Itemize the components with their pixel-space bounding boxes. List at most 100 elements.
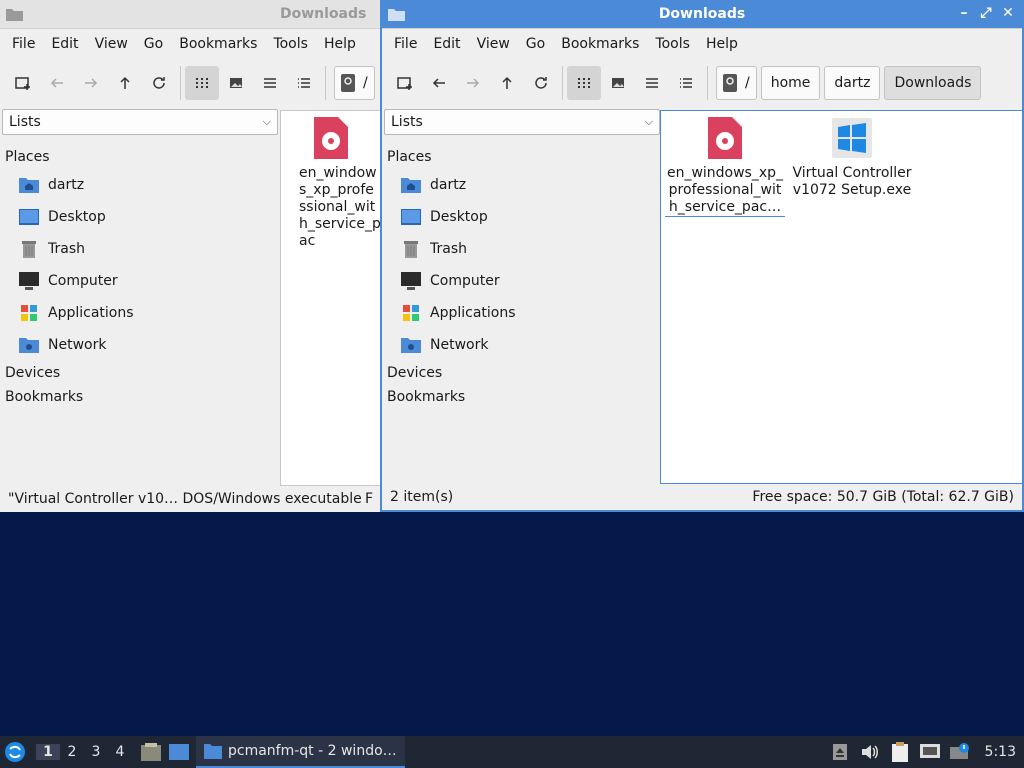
toolbar: / home dartz Downloads <box>382 59 1022 107</box>
places-list: Places dartz Desktop Trash Computer Appl… <box>2 145 278 409</box>
places-header[interactable]: Places <box>2 145 278 169</box>
applications-icon <box>18 303 40 323</box>
up-arrow-icon[interactable] <box>108 66 142 100</box>
sidebar-item-computer[interactable]: Computer <box>384 265 660 297</box>
desktop-icon <box>18 207 40 227</box>
desktop-1-button[interactable]: 1 <box>36 744 60 760</box>
forward-arrow-icon[interactable] <box>456 66 490 100</box>
compact-view-icon[interactable] <box>253 66 287 100</box>
sidebar-item-trash[interactable]: Trash <box>2 233 278 265</box>
file-manager-launcher-icon[interactable] <box>140 741 162 763</box>
sidebar-item-applications[interactable]: Applications <box>384 297 660 329</box>
path-segment-root[interactable]: / <box>334 66 375 100</box>
toolbar-separator <box>325 66 326 100</box>
drive-icon <box>341 74 355 92</box>
file-view[interactable]: en_windows_xp_professional_with_service_… <box>280 110 381 486</box>
detailed-view-icon[interactable] <box>669 66 703 100</box>
menu-help[interactable]: Help <box>698 36 746 52</box>
menu-view[interactable]: View <box>469 36 518 52</box>
menu-edit[interactable]: Edit <box>425 36 468 52</box>
taskbar: 1 2 3 4 pcmanfm-qt - 2 windo… 5:13 <box>0 736 1024 768</box>
sidebar-item-network[interactable]: Network <box>384 329 660 361</box>
desktop-4-button[interactable]: 4 <box>108 744 132 760</box>
menu-bookmarks[interactable]: Bookmarks <box>553 36 647 52</box>
up-arrow-icon[interactable] <box>490 66 524 100</box>
sidebar-item-desktop[interactable]: Desktop <box>2 201 278 233</box>
menu-tools[interactable]: Tools <box>647 36 698 52</box>
new-tab-icon[interactable] <box>6 66 40 100</box>
network-wired-icon[interactable] <box>919 741 941 763</box>
menu-edit[interactable]: Edit <box>43 36 86 52</box>
sidebar-item-computer[interactable]: Computer <box>2 265 278 297</box>
side-pane-mode-select[interactable]: Lists ⌵ <box>384 109 660 135</box>
path-segment-downloads[interactable]: Downloads <box>884 66 982 100</box>
sidebar-item-dartz[interactable]: dartz <box>384 169 660 201</box>
clipboard-icon[interactable] <box>889 741 911 763</box>
taskbar-task-pcmanfm[interactable]: pcmanfm-qt - 2 windo… <box>196 736 405 768</box>
clock[interactable]: 5:13 <box>985 744 1016 760</box>
file-manager-window-back[interactable]: Downloads File Edit View Go Bookmarks To… <box>0 0 382 512</box>
file-name: Virtual Controller v1072 Setup.exe <box>792 165 912 198</box>
sidebar-item-desktop[interactable]: Desktop <box>384 201 660 233</box>
reload-icon[interactable] <box>524 66 558 100</box>
bookmarks-header[interactable]: Bookmarks <box>384 385 660 409</box>
chevron-down-icon: ⌵ <box>644 115 653 128</box>
applications-icon <box>400 303 422 323</box>
reload-icon[interactable] <box>142 66 176 100</box>
menu-go[interactable]: Go <box>518 36 553 52</box>
devices-header[interactable]: Devices <box>384 361 660 385</box>
menu-help[interactable]: Help <box>316 36 364 52</box>
forward-arrow-icon[interactable] <box>74 66 108 100</box>
new-tab-icon[interactable] <box>388 66 422 100</box>
menu-file[interactable]: File <box>386 36 425 52</box>
titlebar[interactable]: Downloads <box>0 0 381 29</box>
compact-view-icon[interactable] <box>635 66 669 100</box>
restore-icon[interactable]: ⤢ <box>978 5 994 21</box>
file-view[interactable]: en_windows_xp_professional_with_service_… <box>660 110 1022 484</box>
volume-icon[interactable] <box>859 741 881 763</box>
sidebar-item-dartz[interactable]: dartz <box>2 169 278 201</box>
sidebar-item-label: Computer <box>48 273 118 289</box>
path-segment-root[interactable]: / <box>716 66 757 100</box>
sidebar-item-label: Computer <box>430 273 500 289</box>
show-desktop-icon[interactable] <box>168 741 190 763</box>
devices-header[interactable]: Devices <box>2 361 278 385</box>
menu-file[interactable]: File <box>4 36 43 52</box>
thumbnail-view-icon[interactable] <box>219 66 253 100</box>
sidebar-item-label: Applications <box>430 305 516 321</box>
path-segment-home[interactable]: home <box>760 66 821 100</box>
eject-icon[interactable] <box>829 741 851 763</box>
sidebar-item-label: dartz <box>430 177 467 193</box>
desktop-2-button[interactable]: 2 <box>60 744 84 760</box>
start-menu-icon[interactable] <box>4 741 26 763</box>
path-segment-dartz[interactable]: dartz <box>824 66 881 100</box>
notification-icon[interactable] <box>949 741 971 763</box>
side-pane-mode-select[interactable]: Lists ⌵ <box>2 109 278 135</box>
sidebar-item-trash[interactable]: Trash <box>384 233 660 265</box>
bookmarks-header[interactable]: Bookmarks <box>2 385 278 409</box>
file-manager-window-front[interactable]: Downloads – ⤢ ✕ File Edit View Go Bookma… <box>380 0 1024 512</box>
detailed-view-icon[interactable] <box>287 66 321 100</box>
desktop-3-button[interactable]: 3 <box>84 744 108 760</box>
menu-bookmarks[interactable]: Bookmarks <box>171 36 265 52</box>
trash-icon <box>400 239 422 259</box>
menu-go[interactable]: Go <box>136 36 171 52</box>
icon-view-icon[interactable] <box>567 66 601 100</box>
file-item[interactable]: Virtual Controller v1072 Setup.exe <box>790 117 914 199</box>
menu-view[interactable]: View <box>87 36 136 52</box>
minimize-icon[interactable]: – <box>956 5 972 21</box>
file-item[interactable]: en_windows_xp_professional_with_service_… <box>269 117 381 250</box>
thumbnail-view-icon[interactable] <box>601 66 635 100</box>
sidebar-item-applications[interactable]: Applications <box>2 297 278 329</box>
titlebar[interactable]: Downloads – ⤢ ✕ <box>382 0 1022 29</box>
menu-tools[interactable]: Tools <box>265 36 316 52</box>
toolbar: / <box>0 59 381 107</box>
places-header[interactable]: Places <box>384 145 660 169</box>
folder-icon <box>6 9 23 21</box>
file-item[interactable]: en_windows_xp_professional_with_service_… <box>663 117 787 217</box>
close-icon[interactable]: ✕ <box>1000 5 1016 21</box>
sidebar-item-network[interactable]: Network <box>2 329 278 361</box>
icon-view-icon[interactable] <box>185 66 219 100</box>
back-arrow-icon[interactable] <box>422 66 456 100</box>
back-arrow-icon[interactable] <box>40 66 74 100</box>
